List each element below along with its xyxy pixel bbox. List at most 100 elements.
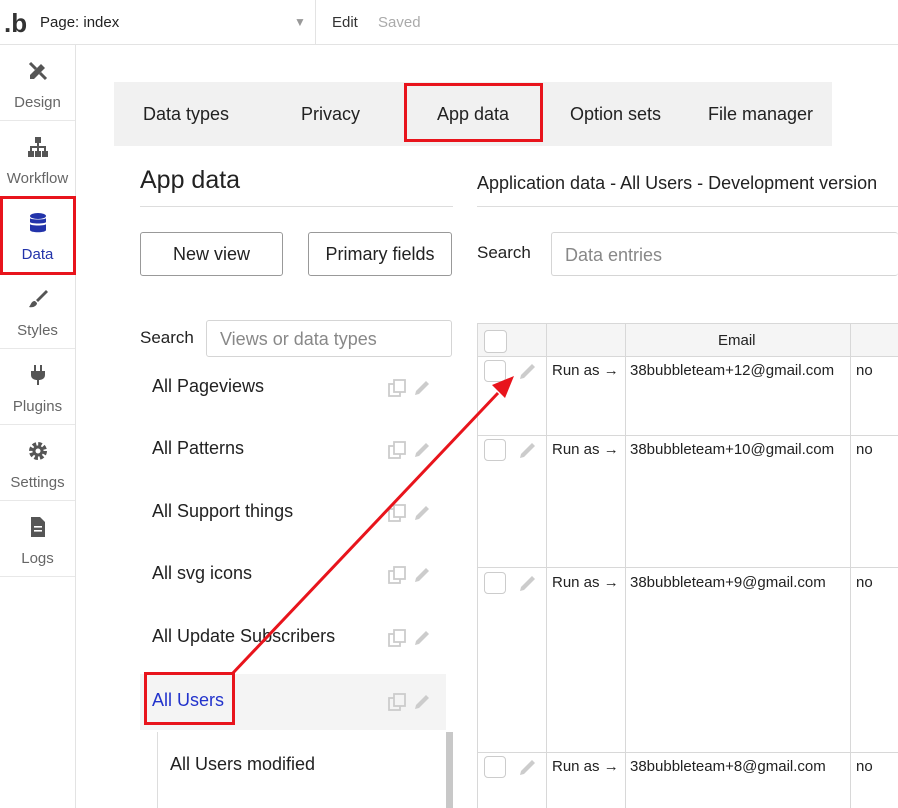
- new-view-button[interactable]: New view: [140, 232, 283, 276]
- sidebar-item-label: Logs: [21, 550, 54, 567]
- view-name: All Pageviews: [152, 376, 265, 396]
- pencil-icon[interactable]: [518, 757, 538, 777]
- copy-icon[interactable]: [388, 629, 406, 647]
- view-name: All svg icons: [152, 563, 253, 583]
- pencil-icon[interactable]: [518, 361, 538, 381]
- pencil-icon[interactable]: [518, 573, 538, 593]
- sidebar-item-label: Data: [21, 246, 54, 263]
- list-item-selected[interactable]: All Users: [140, 674, 446, 730]
- sub-view-item[interactable]: All Users modified: [157, 732, 447, 808]
- bubble-logo[interactable]: .b: [4, 8, 27, 39]
- sidebar-item-label: Styles: [17, 322, 58, 339]
- row-divider: [478, 752, 898, 753]
- copy-icon[interactable]: [388, 504, 406, 522]
- run-as-link[interactable]: Run as →: [552, 441, 619, 458]
- value-cell: no: [856, 758, 873, 775]
- sidebar-item-plugins[interactable]: Plugins: [0, 349, 75, 425]
- copy-icon[interactable]: [388, 441, 406, 459]
- pencil-icon[interactable]: [415, 631, 429, 645]
- tab-data-types[interactable]: Data types: [143, 104, 229, 125]
- column-divider: [850, 323, 851, 808]
- sidebar-item-settings[interactable]: Settings: [0, 425, 75, 501]
- page-title: App data: [140, 166, 241, 194]
- sidebar-item-workflow[interactable]: Workflow: [0, 121, 75, 197]
- entries-search-input[interactable]: Data entries: [551, 232, 898, 276]
- run-as-link[interactable]: Run as →: [552, 362, 619, 379]
- pencil-icon[interactable]: [415, 443, 429, 457]
- row-checkbox[interactable]: [484, 439, 506, 461]
- sidebar-item-design[interactable]: Design: [0, 45, 75, 121]
- pencil-icon[interactable]: [415, 568, 429, 582]
- email-cell: 38bubbleteam+9@gmail.com: [630, 574, 826, 591]
- sidebar-item-logs[interactable]: Logs: [0, 501, 75, 577]
- design-icon: [0, 59, 75, 85]
- row-divider: [478, 435, 898, 436]
- scrollbar[interactable]: [446, 732, 453, 808]
- email-cell: 38bubbleteam+10@gmail.com: [630, 441, 835, 458]
- page-selector[interactable]: Page: index ▼: [32, 0, 316, 45]
- list-item[interactable]: All Pageviews: [140, 360, 446, 416]
- views-search-input[interactable]: Views or data types: [206, 320, 452, 357]
- run-as-link[interactable]: Run as →: [552, 574, 619, 591]
- view-actions: [388, 692, 432, 717]
- database-icon: [0, 211, 75, 237]
- pencil-icon[interactable]: [518, 440, 538, 460]
- plug-icon: [0, 363, 75, 389]
- data-table: Email Run as → 38bubbleteam+12@gmail.com…: [477, 323, 898, 808]
- view-name: All Update Subscribers: [152, 626, 336, 646]
- list-item[interactable]: All Update Subscribers: [140, 610, 446, 666]
- view-actions: [388, 378, 432, 403]
- select-all-checkbox[interactable]: [484, 330, 507, 353]
- view-actions: [388, 503, 432, 528]
- sidebar-item-label: Plugins: [12, 398, 63, 415]
- primary-fields-button[interactable]: Primary fields: [308, 232, 452, 276]
- left-sidebar: Design Workflow Data Styles Plugins Sett…: [0, 45, 76, 808]
- save-status: Saved: [378, 14, 421, 31]
- edit-menu[interactable]: Edit: [332, 14, 358, 31]
- copy-icon[interactable]: [388, 379, 406, 397]
- top-bar: .b Page: index ▼ Edit Saved: [0, 0, 898, 45]
- row-checkbox[interactable]: [484, 756, 506, 778]
- pencil-icon[interactable]: [415, 506, 429, 520]
- column-divider: [546, 323, 547, 808]
- sidebar-item-label: Settings: [10, 474, 65, 491]
- row-checkbox[interactable]: [484, 360, 506, 382]
- sidebar-item-label: Design: [14, 94, 61, 111]
- value-cell: no: [856, 441, 873, 458]
- column-divider: [625, 323, 626, 808]
- email-cell: 38bubbleteam+12@gmail.com: [630, 362, 835, 379]
- entries-search-label: Search: [477, 243, 531, 262]
- view-actions: [388, 628, 432, 653]
- list-item[interactable]: All svg icons: [140, 547, 446, 603]
- pencil-icon[interactable]: [415, 695, 429, 709]
- view-name: All Patterns: [152, 438, 245, 458]
- row-checkbox[interactable]: [484, 572, 506, 594]
- sidebar-item-label: Workflow: [6, 170, 69, 187]
- gear-icon: [0, 439, 75, 465]
- brush-icon: [0, 287, 75, 313]
- tab-app-data[interactable]: App data: [437, 104, 509, 125]
- column-header-email: Email: [718, 332, 756, 349]
- page-selector-label: Page: index: [40, 14, 120, 31]
- copy-icon[interactable]: [388, 693, 406, 711]
- tab-file-manager[interactable]: File manager: [708, 104, 813, 125]
- value-cell: no: [856, 362, 873, 379]
- view-name: All Support things: [152, 501, 294, 521]
- view-actions: [388, 565, 432, 590]
- list-item[interactable]: All Patterns: [140, 422, 446, 478]
- view-name: All Users: [152, 690, 225, 710]
- tab-privacy[interactable]: Privacy: [301, 104, 360, 125]
- run-as-link[interactable]: Run as →: [552, 758, 619, 775]
- copy-icon[interactable]: [388, 566, 406, 584]
- sub-view-name: All Users modified: [170, 754, 316, 774]
- tab-option-sets[interactable]: Option sets: [570, 104, 661, 125]
- sidebar-item-data[interactable]: Data: [0, 197, 75, 273]
- email-cell: 38bubbleteam+8@gmail.com: [630, 758, 826, 775]
- document-icon: [0, 515, 75, 541]
- sidebar-item-styles[interactable]: Styles: [0, 273, 75, 349]
- views-search-label: Search: [140, 328, 194, 347]
- list-item[interactable]: All Support things: [140, 485, 446, 541]
- pencil-icon[interactable]: [415, 381, 429, 395]
- view-actions: [388, 440, 432, 465]
- chevron-down-icon: ▼: [294, 15, 306, 29]
